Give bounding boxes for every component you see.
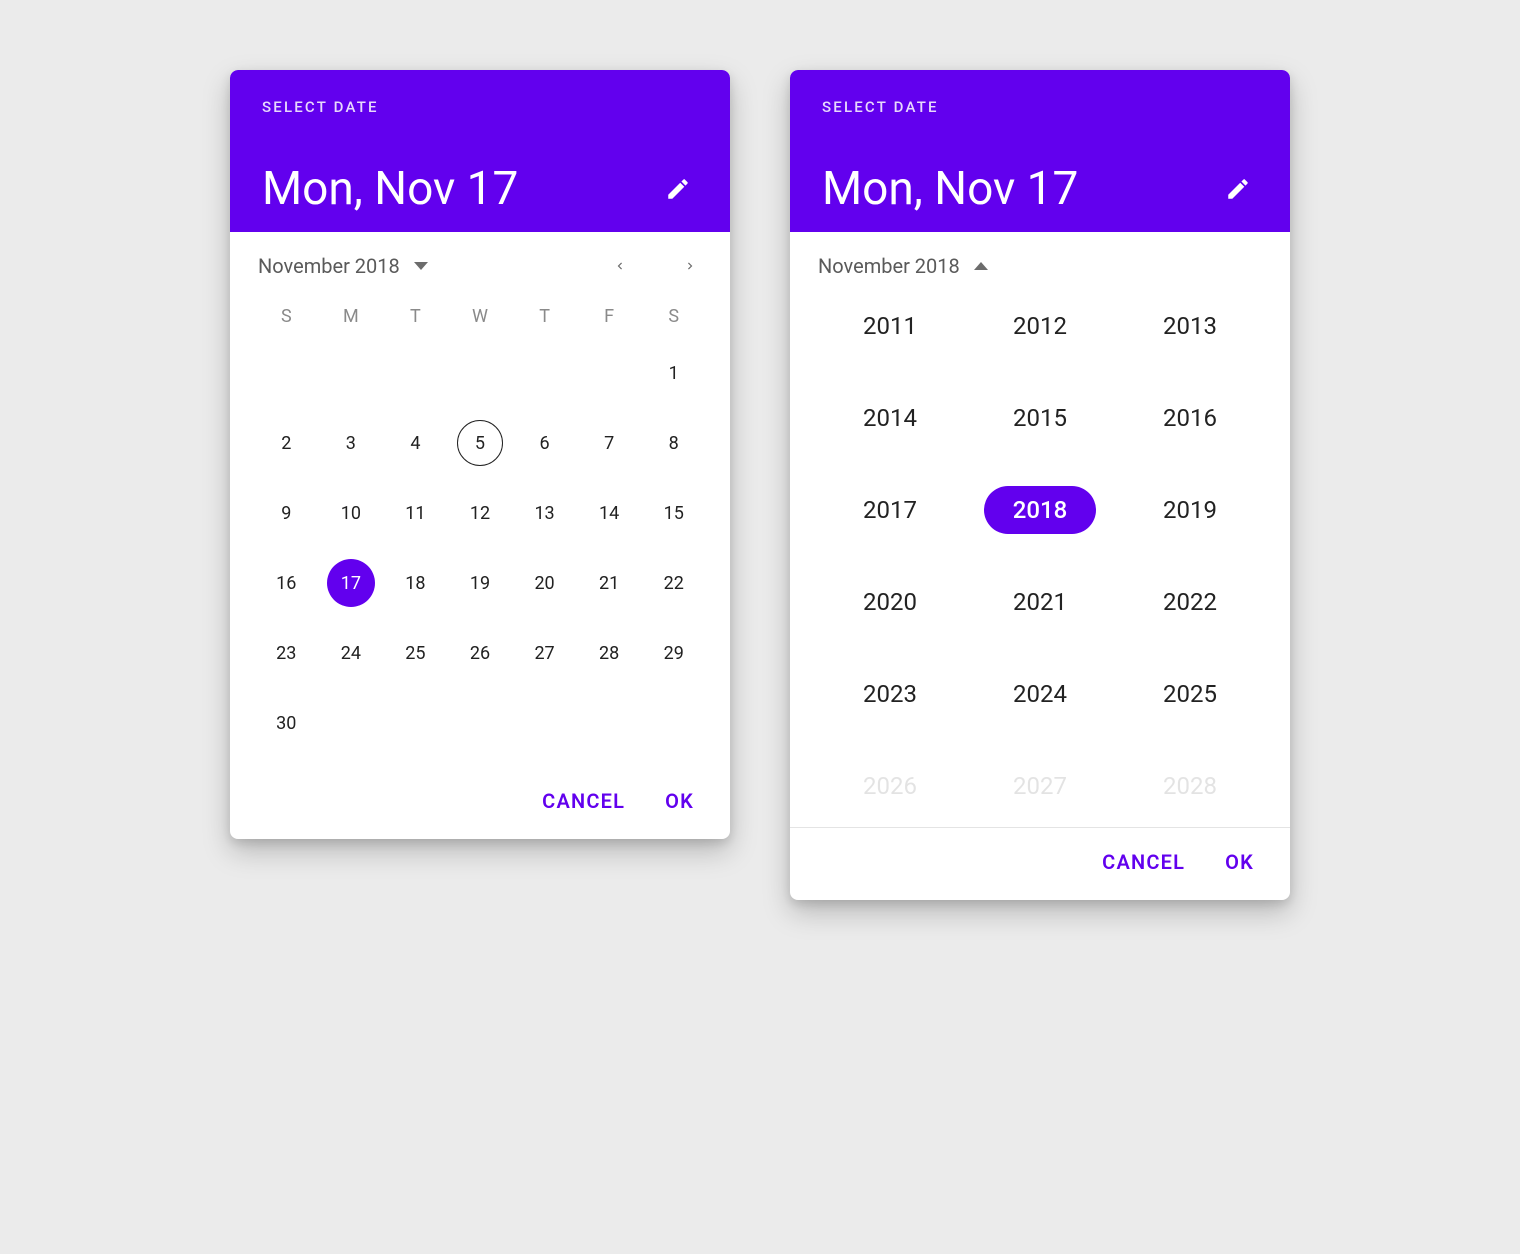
day-cell[interactable]: 11 bbox=[383, 489, 448, 537]
cancel-button[interactable]: CANCEL bbox=[542, 789, 625, 813]
day-cell[interactable]: 12 bbox=[448, 489, 513, 537]
day-cell-empty bbox=[319, 349, 384, 397]
day-cell[interactable]: 29 bbox=[641, 629, 706, 677]
year-cell[interactable]: 2017 bbox=[820, 486, 960, 534]
dialog-actions: CANCEL OK bbox=[790, 828, 1290, 900]
weekday-label: F bbox=[577, 306, 642, 327]
year-cell[interactable]: 2011 bbox=[820, 302, 960, 350]
day-cell[interactable]: 25 bbox=[383, 629, 448, 677]
calendar-body: SMTWTFS123456789101112131415161718192021… bbox=[230, 288, 730, 767]
weekday-label: W bbox=[448, 306, 513, 327]
weekday-label: S bbox=[641, 306, 706, 327]
day-cell[interactable]: 1 bbox=[641, 349, 706, 397]
picker-header: SELECT DATE Mon, Nov 17 bbox=[230, 70, 730, 232]
day-cell[interactable]: 7 bbox=[577, 419, 642, 467]
ok-button[interactable]: OK bbox=[665, 789, 694, 813]
year-cell[interactable]: 2015 bbox=[970, 394, 1110, 442]
day-cell[interactable]: 30 bbox=[254, 699, 319, 747]
year-cell[interactable]: 2012 bbox=[970, 302, 1110, 350]
month-year-toggle[interactable]: November 2018 bbox=[818, 254, 988, 278]
month-year-toggle[interactable]: November 2018 bbox=[258, 254, 428, 278]
day-cell-empty bbox=[254, 349, 319, 397]
year-cell[interactable]: 2025 bbox=[1120, 670, 1260, 718]
chevron-up-icon bbox=[974, 262, 988, 270]
year-grid: 201120122013 201420152016 2017 2018 2019 2020… bbox=[820, 302, 1260, 810]
day-cell[interactable]: 18 bbox=[383, 559, 448, 607]
year-cell[interactable]: 2020 bbox=[820, 578, 960, 626]
year-cell[interactable]: 2023 bbox=[820, 670, 960, 718]
edit-button[interactable] bbox=[1218, 169, 1258, 209]
year-cell[interactable]: 2016 bbox=[1120, 394, 1260, 442]
day-cell-empty bbox=[383, 349, 448, 397]
header-date-row: Mon, Nov 17 bbox=[262, 162, 698, 216]
date-picker-year: SELECT DATE Mon, Nov 17 November 2018 20… bbox=[790, 70, 1290, 900]
day-cell[interactable]: 26 bbox=[448, 629, 513, 677]
weekday-label: T bbox=[383, 306, 448, 327]
year-list[interactable]: 201120122013 201420152016 2017 2018 2019 2020… bbox=[790, 288, 1290, 828]
year-cell[interactable]: 2022 bbox=[1120, 578, 1260, 626]
day-cell[interactable]: 15 bbox=[641, 489, 706, 537]
day-cell[interactable]: 24 bbox=[319, 629, 384, 677]
month-switch-row: November 2018 bbox=[790, 232, 1290, 288]
year-cell[interactable]: 2027 bbox=[970, 762, 1110, 810]
year-cell[interactable]: 2028 bbox=[1120, 762, 1260, 810]
day-cell[interactable]: 8 bbox=[641, 419, 706, 467]
edit-button[interactable] bbox=[658, 169, 698, 209]
day-cell[interactable]: 27 bbox=[512, 629, 577, 677]
year-cell[interactable]: 2013 bbox=[1120, 302, 1260, 350]
month-switch-row: November 2018 bbox=[230, 232, 730, 288]
year-cell[interactable]: 2021 bbox=[970, 578, 1110, 626]
day-cell[interactable]: 20 bbox=[512, 559, 577, 607]
day-cell[interactable]: 3 bbox=[319, 419, 384, 467]
prev-month-button[interactable] bbox=[608, 254, 632, 278]
year-cell[interactable]: 2014 bbox=[820, 394, 960, 442]
cancel-button[interactable]: CANCEL bbox=[1102, 850, 1185, 874]
day-cell[interactable]: 2 bbox=[254, 419, 319, 467]
day-cell[interactable]: 14 bbox=[577, 489, 642, 537]
weekday-label: S bbox=[254, 306, 319, 327]
day-cell[interactable]: 6 bbox=[512, 419, 577, 467]
overline: SELECT DATE bbox=[822, 98, 1258, 116]
header-date-row: Mon, Nov 17 bbox=[822, 162, 1258, 216]
month-nav bbox=[608, 254, 702, 278]
year-cell[interactable]: 2026 bbox=[820, 762, 960, 810]
month-year-label: November 2018 bbox=[258, 254, 400, 278]
pencil-icon bbox=[665, 176, 691, 202]
day-cell[interactable]: 21 bbox=[577, 559, 642, 607]
day-cell-empty bbox=[512, 349, 577, 397]
day-cell[interactable]: 13 bbox=[512, 489, 577, 537]
day-cell[interactable]: 4 bbox=[383, 419, 448, 467]
chevron-left-icon bbox=[613, 255, 627, 277]
chevron-right-icon bbox=[683, 255, 697, 277]
year-cell[interactable]: 2018 bbox=[984, 486, 1096, 534]
year-cell[interactable]: 2019 bbox=[1120, 486, 1260, 534]
year-cell[interactable]: 2024 bbox=[970, 670, 1110, 718]
day-cell[interactable]: 9 bbox=[254, 489, 319, 537]
pencil-icon bbox=[1225, 176, 1251, 202]
weekday-label: M bbox=[319, 306, 384, 327]
dialog-actions: CANCEL OK bbox=[230, 767, 730, 839]
day-cell-empty bbox=[448, 349, 513, 397]
day-cell[interactable]: 5 bbox=[448, 419, 513, 467]
day-cell[interactable]: 28 bbox=[577, 629, 642, 677]
day-cell[interactable]: 16 bbox=[254, 559, 319, 607]
day-cell[interactable]: 23 bbox=[254, 629, 319, 677]
chevron-down-icon bbox=[414, 262, 428, 270]
month-year-label: November 2018 bbox=[818, 254, 960, 278]
calendar-grid: SMTWTFS123456789101112131415161718192021… bbox=[254, 306, 706, 747]
day-cell[interactable]: 22 bbox=[641, 559, 706, 607]
weekday-label: T bbox=[512, 306, 577, 327]
ok-button[interactable]: OK bbox=[1225, 850, 1254, 874]
selected-date-label: Mon, Nov 17 bbox=[262, 162, 518, 216]
selected-date-label: Mon, Nov 17 bbox=[822, 162, 1078, 216]
overline: SELECT DATE bbox=[262, 98, 698, 116]
day-cell[interactable]: 10 bbox=[319, 489, 384, 537]
picker-header: SELECT DATE Mon, Nov 17 bbox=[790, 70, 1290, 232]
day-cell[interactable]: 19 bbox=[448, 559, 513, 607]
day-cell-empty bbox=[577, 349, 642, 397]
date-picker-calendar: SELECT DATE Mon, Nov 17 November 2018 SM… bbox=[230, 70, 730, 839]
day-cell[interactable]: 17 bbox=[319, 559, 384, 607]
next-month-button[interactable] bbox=[678, 254, 702, 278]
